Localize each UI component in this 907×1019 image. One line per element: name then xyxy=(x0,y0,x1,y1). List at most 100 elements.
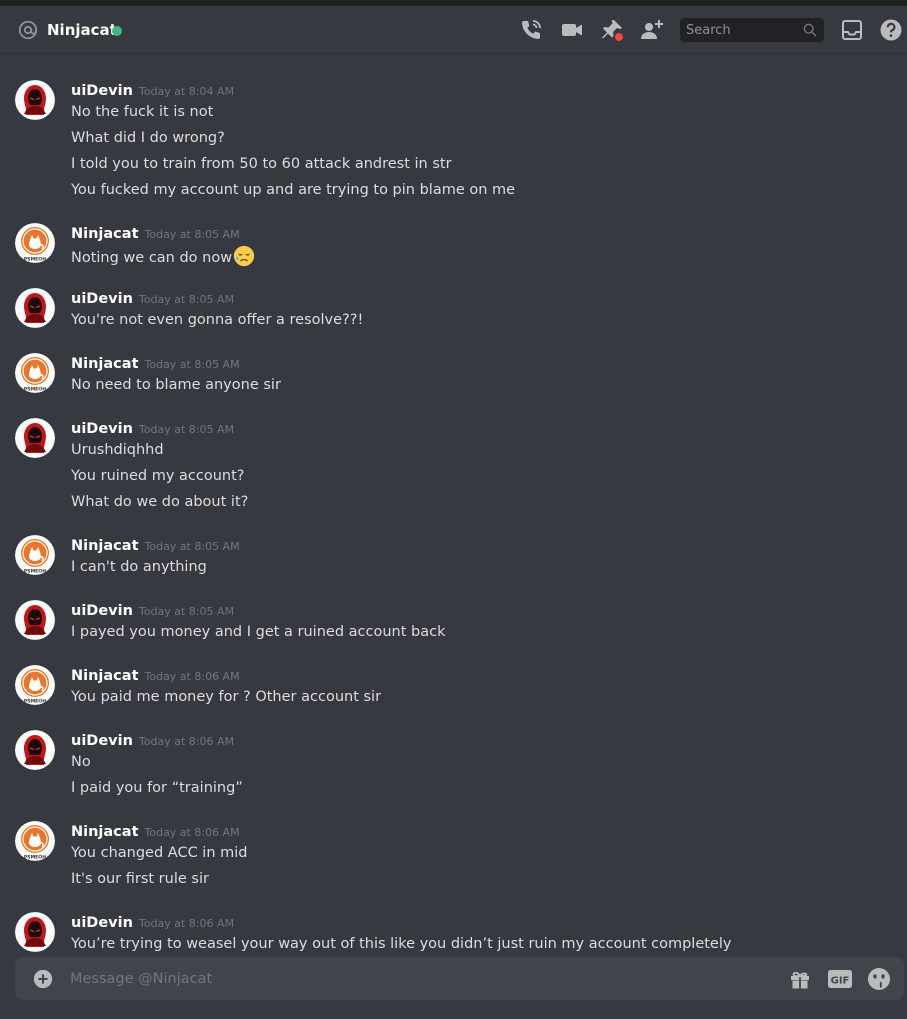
svg-text:PSMEOH: PSMEOH xyxy=(24,569,46,575)
message-text-content: I paid you for “training” xyxy=(71,780,243,796)
author-name[interactable]: uiDevin xyxy=(71,603,133,619)
message-text: No the fuck it is not xyxy=(71,102,213,122)
message-text-content: You paid me money for ? Other account si… xyxy=(71,689,382,705)
search-box[interactable] xyxy=(680,18,824,42)
timestamp: Today at 8:06 AM xyxy=(138,735,234,748)
search-input[interactable] xyxy=(686,18,798,42)
message-text: No xyxy=(71,752,91,772)
timestamp: Today at 8:06 AM xyxy=(144,670,240,683)
svg-text:PSMEOH: PSMEOH xyxy=(24,257,46,263)
message-header: Ninjacat Today at 8:06 AM xyxy=(71,821,240,841)
message-group: uiDevin Today at 8:05 AM I payed you money… xyxy=(0,600,907,648)
avatar[interactable]: PSMEOH xyxy=(15,821,55,861)
channel-name: Ninjacat xyxy=(47,21,117,39)
message-text-content: Noting we can do now xyxy=(71,250,233,266)
message-header: Ninjacat Today at 8:05 AM xyxy=(71,353,240,373)
timestamp: Today at 8:04 AM xyxy=(138,85,234,98)
message-group: PSMEOH Ninjacat Today at 8:05 AM Noting we … xyxy=(0,223,907,271)
message-text-content: You’re trying to weasel your way out of … xyxy=(71,936,732,952)
message-text: I payed you money and I get a ruined acc… xyxy=(71,622,445,642)
message-text-content: No xyxy=(71,754,91,770)
message-group: PSMEOH Ninjacat Today at 8:06 AM You paid m… xyxy=(0,665,907,713)
message-group: PSMEOH Ninjacat Today at 8:05 AM I can't do… xyxy=(0,535,907,583)
avatar[interactable]: PSMEOH xyxy=(15,353,55,393)
message-header: uiDevin Today at 8:06 AM xyxy=(71,912,234,932)
message-header: Ninjacat Today at 8:05 AM xyxy=(71,223,240,243)
author-name[interactable]: Ninjacat xyxy=(71,824,139,840)
message-header: uiDevin Today at 8:05 AM xyxy=(71,600,234,620)
message-group: PSMEOH Ninjacat Today at 8:05 AM No need to… xyxy=(0,353,907,401)
call-icon[interactable] xyxy=(519,18,543,42)
message-header: uiDevin Today at 8:06 AM xyxy=(71,730,234,750)
author-name[interactable]: uiDevin xyxy=(71,733,133,749)
avatar[interactable]: PSMEOH xyxy=(15,223,55,263)
message-text-content: You fucked my account up and are trying … xyxy=(71,182,516,198)
message-composer[interactable]: GIF xyxy=(15,957,904,1000)
author-name[interactable]: uiDevin xyxy=(71,421,133,437)
channel-header: Ninjacat xyxy=(0,6,907,54)
attach-icon[interactable] xyxy=(32,968,54,990)
message-text: It's our first rule sir xyxy=(71,869,209,889)
message-header: Ninjacat Today at 8:05 AM xyxy=(71,535,240,555)
avatar[interactable]: PSMEOH xyxy=(15,665,55,705)
author-name[interactable]: uiDevin xyxy=(71,291,133,307)
message-text-content: Urushdiqhhd xyxy=(71,442,164,458)
message-text: You paid me money for ? Other account si… xyxy=(71,687,381,707)
author-name[interactable]: Ninjacat xyxy=(71,668,139,684)
timestamp: Today at 8:06 AM xyxy=(144,826,240,839)
video-icon[interactable] xyxy=(560,18,584,42)
message-text-content: No need to blame anyone sir xyxy=(71,377,281,393)
avatar[interactable] xyxy=(15,80,55,120)
add-friend-icon[interactable] xyxy=(640,18,664,42)
avatar[interactable] xyxy=(15,912,55,952)
message-text: What do we do about it? xyxy=(71,492,248,512)
gif-label: GIF xyxy=(831,976,850,987)
message-group: uiDevin Today at 8:05 AM You're not even g… xyxy=(0,288,907,336)
gif-icon[interactable]: GIF xyxy=(827,967,853,991)
message-text: I told you to train from 50 to 60 attack… xyxy=(71,154,452,174)
avatar[interactable] xyxy=(15,730,55,770)
avatar[interactable] xyxy=(15,288,55,328)
inbox-icon[interactable] xyxy=(840,18,864,42)
timestamp: Today at 8:05 AM xyxy=(138,423,234,436)
avatar[interactable] xyxy=(15,600,55,640)
author-name[interactable]: Ninjacat xyxy=(71,538,139,554)
author-name[interactable]: uiDevin xyxy=(71,83,133,99)
message-text: You changed ACC in mid xyxy=(71,843,248,863)
at-sign-icon xyxy=(18,20,38,40)
message-text: No need to blame anyone sir xyxy=(71,375,281,395)
svg-text:PSMEOH: PSMEOH xyxy=(24,699,46,705)
gift-icon[interactable] xyxy=(788,967,812,991)
message-list[interactable]: uiDevin Today at 8:04 AM No the fuck it is… xyxy=(0,55,907,953)
timestamp: Today at 8:05 AM xyxy=(138,293,234,306)
timestamp: Today at 8:05 AM xyxy=(144,358,240,371)
message-text: What did I do wrong? xyxy=(71,128,225,148)
message-text: I can't do anything xyxy=(71,557,207,577)
message-text: Noting we can do now xyxy=(71,245,255,268)
message-text-content: What did I do wrong? xyxy=(71,130,225,146)
author-name[interactable]: uiDevin xyxy=(71,915,133,931)
message-text-content: You changed ACC in mid xyxy=(71,845,248,861)
message-group: uiDevin Today at 8:06 AM No I paid you for … xyxy=(0,730,907,804)
avatar[interactable] xyxy=(15,418,55,458)
help-icon[interactable] xyxy=(879,18,903,42)
emoji-icon[interactable] xyxy=(867,967,891,991)
message-header: uiDevin Today at 8:05 AM xyxy=(71,288,234,308)
pin-icon[interactable] xyxy=(600,18,624,42)
message-group: uiDevin Today at 8:04 AM No the fuck it is… xyxy=(0,80,907,206)
timestamp: Today at 8:05 AM xyxy=(144,228,240,241)
author-name[interactable]: Ninjacat xyxy=(71,356,139,372)
message-input[interactable] xyxy=(70,957,770,1000)
message-text-content: I told you to train from 50 to 60 attack… xyxy=(71,156,452,172)
message-header: uiDevin Today at 8:05 AM xyxy=(71,418,234,438)
search-icon[interactable] xyxy=(802,22,818,38)
message-group: PSMEOH Ninjacat Today at 8:06 AM You change… xyxy=(0,821,907,895)
message-text-content: No the fuck it is not xyxy=(71,104,214,120)
avatar[interactable]: PSMEOH xyxy=(15,535,55,575)
sad-relieved-face-icon xyxy=(234,245,255,267)
message-group: uiDevin Today at 8:05 AM Urushdiqhhd You ru… xyxy=(0,418,907,518)
message-text: You ruined my account? xyxy=(71,466,244,486)
message-text-content: I can't do anything xyxy=(71,559,207,575)
message-group: uiDevin Today at 8:06 AM You’re trying to … xyxy=(0,912,907,953)
author-name[interactable]: Ninjacat xyxy=(71,226,139,242)
